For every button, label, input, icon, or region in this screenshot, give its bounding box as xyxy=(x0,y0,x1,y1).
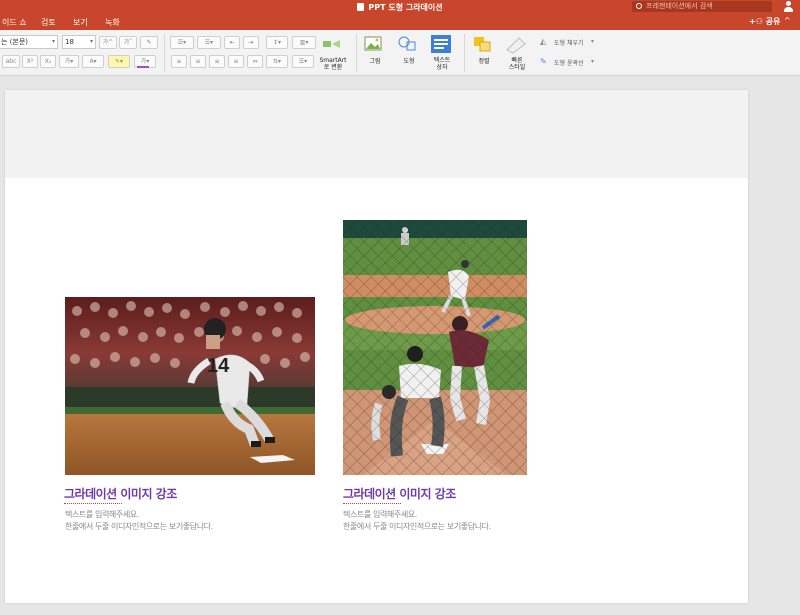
text-effects-button[interactable]: A▾ xyxy=(82,55,104,68)
justify-button[interactable]: ≡ xyxy=(228,55,244,68)
add-person-icon: +⚇ xyxy=(749,17,766,26)
title-bar: PPT 도형 그라데이션 프레젠테이션에서 검색 xyxy=(0,0,800,14)
shape-outline-label: 도형 윤곽선 xyxy=(554,60,584,67)
highlight-button[interactable]: ✎▾ xyxy=(108,55,130,68)
search-icon xyxy=(636,3,642,9)
increase-indent-button[interactable]: ⇥ xyxy=(243,36,259,49)
text-direction-button[interactable]: ⇅▾ xyxy=(266,55,288,68)
card-description-line2: 한줄에서 두줄 이디자인적으로는 보기좋답니다. xyxy=(343,522,491,531)
smartart-label-line2: 로 변환 xyxy=(323,64,343,71)
align-right-button[interactable]: ≡ xyxy=(209,55,225,68)
chevron-down-icon: ▾ xyxy=(591,58,595,65)
quick-styles-label: 빠른 스타일 xyxy=(503,57,531,71)
font-name-value: 는 (본문) xyxy=(1,38,29,46)
ribbon-separator xyxy=(164,34,165,72)
spellcheck-underline xyxy=(64,502,122,504)
share-label: 공유 xyxy=(765,17,781,26)
arrange-icon[interactable] xyxy=(473,36,493,52)
clear-format-button[interactable]: ✎ xyxy=(140,36,158,49)
font-size-value: 18 xyxy=(65,38,74,46)
smartart-label: SmartArt 로 변환 xyxy=(316,57,350,71)
smartart-label-line1: SmartArt xyxy=(319,57,347,64)
textbox-label-line1: 텍스트 xyxy=(433,57,451,64)
collapse-ribbon-icon[interactable]: ^ xyxy=(784,16,791,25)
share-button[interactable]: +⚇ 공유 xyxy=(749,16,780,27)
superscript-button[interactable]: X² xyxy=(22,55,38,68)
slide[interactable]: 14 그라데이션 이미지 강조 텍스트를 입력해주세요. 한줄에서 두줄 이디자… xyxy=(5,90,748,603)
smartart-icon[interactable] xyxy=(322,36,342,50)
slide-header-band xyxy=(5,90,748,178)
chevron-down-icon: ▾ xyxy=(51,38,55,45)
card-title-text: 그라데이션 이미지 강조 xyxy=(343,487,456,501)
ribbon-separator xyxy=(356,34,357,72)
decrease-font-button[interactable]: 가ˇ xyxy=(119,36,137,49)
shape-fill-button[interactable]: ◭ 도형 채우기 ▾ xyxy=(540,37,600,47)
card-description-line2: 한줄에서 두줄 이디자인적으로는 보기좋답니다. xyxy=(65,522,213,531)
quick-styles-label-line1: 빠른 xyxy=(511,57,523,64)
font-color-swatch xyxy=(137,66,149,68)
document-icon xyxy=(357,3,365,11)
textbox-label-line2: 상자 xyxy=(436,64,448,71)
pen-icon: ✎ xyxy=(540,57,547,66)
shapes-label: 도형 xyxy=(403,58,415,65)
spellcheck-underline xyxy=(343,502,401,504)
change-case-button[interactable]: 가▾ xyxy=(59,55,79,68)
card-title[interactable]: 그라데이션 이미지 강조 xyxy=(343,485,456,504)
align-left-button[interactable]: ≡ xyxy=(171,55,187,68)
card-title-text: 그라데이션 이미지 강조 xyxy=(64,487,177,501)
align-center-button[interactable]: ≡ xyxy=(190,55,206,68)
card-description-line1: 텍스트를 입력해주세요. xyxy=(343,510,417,519)
increase-font-button[interactable]: 가^ xyxy=(99,36,117,49)
tab-review[interactable]: 검토 xyxy=(41,17,56,28)
tab-record[interactable]: 녹화 xyxy=(105,17,120,28)
shape-outline-button[interactable]: ✎ 도형 윤곽선 ▾ xyxy=(540,57,600,67)
tab-view[interactable]: 보기 xyxy=(73,17,88,28)
chevron-down-icon: ▾ xyxy=(591,38,595,45)
columns-button[interactable]: ▥▾ xyxy=(292,36,316,49)
paint-bucket-icon: ◭ xyxy=(540,37,547,46)
bullets-button[interactable]: ☰▾ xyxy=(170,36,194,49)
strikethrough-button[interactable]: abc xyxy=(2,55,20,68)
picture-icon[interactable] xyxy=(364,36,384,52)
card-description[interactable]: 텍스트를 입력해주세요. 한줄에서 두줄 이디자인적으로는 보기좋답니다. xyxy=(65,509,213,533)
card-description-line1: 텍스트를 입력해주세요. xyxy=(65,510,139,519)
quick-styles-label-line2: 스타일 xyxy=(508,64,526,71)
pitcher-batter-photo[interactable] xyxy=(343,220,527,475)
font-name-select[interactable]: 는 (본문) ▾ xyxy=(0,35,58,49)
card-description[interactable]: 텍스트를 입력해주세요. 한줄에서 두줄 이디자인적으로는 보기좋답니다. xyxy=(343,509,491,533)
ribbon-separator xyxy=(464,34,465,72)
shape-fill-label: 도형 채우기 xyxy=(554,40,584,47)
chevron-down-icon: ▾ xyxy=(89,38,93,45)
ribbon-tabs: 이드 쇼 검토 보기 녹화 +⚇ 공유 ^ xyxy=(0,14,800,30)
ribbon: 는 (본문) ▾ 18 ▾ 가^ 가ˇ ✎ abc X² X₂ 가▾ A▾ ✎▾ 가… xyxy=(0,30,800,76)
font-size-select[interactable]: 18 ▾ xyxy=(62,35,96,49)
decrease-indent-button[interactable]: ⇤ xyxy=(224,36,240,49)
textbox-icon[interactable] xyxy=(431,35,451,53)
search-placeholder: 프레젠테이션에서 검색 xyxy=(646,2,713,10)
textbox-label: 텍스트 상자 xyxy=(428,57,456,71)
search-input[interactable]: 프레젠테이션에서 검색 xyxy=(632,1,772,12)
baserunner-photo[interactable]: 14 xyxy=(65,297,315,475)
arrange-label: 정렬 xyxy=(478,58,490,65)
quick-styles-icon[interactable] xyxy=(505,36,527,54)
svg-text:14: 14 xyxy=(207,355,230,377)
card-title[interactable]: 그라데이션 이미지 강조 xyxy=(64,485,177,504)
line-spacing-button[interactable]: ↕▾ xyxy=(266,36,288,49)
numbering-button[interactable]: ☰▾ xyxy=(197,36,221,49)
window-title-text: PPT 도형 그라데이션 xyxy=(368,3,443,12)
tab-slideshow[interactable]: 이드 쇼 xyxy=(2,17,27,28)
shapes-icon[interactable] xyxy=(397,36,419,52)
picture-label: 그림 xyxy=(369,58,381,65)
align-text-button[interactable]: ☰▾ xyxy=(292,55,314,68)
user-icon[interactable] xyxy=(783,1,793,12)
subscript-button[interactable]: X₂ xyxy=(40,55,56,68)
distribute-button[interactable]: ⇔ xyxy=(247,55,263,68)
